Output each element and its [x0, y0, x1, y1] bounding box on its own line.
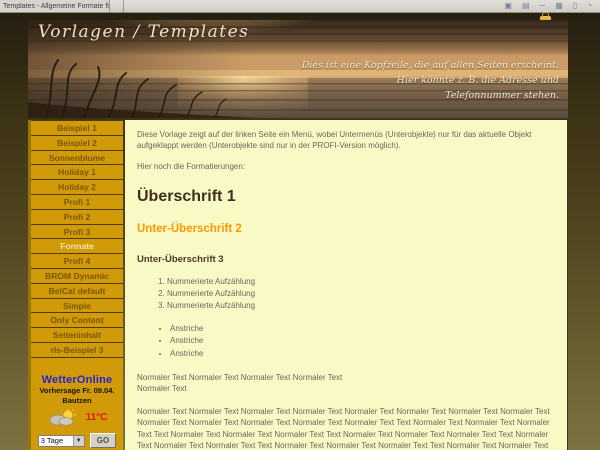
weather-widget: WetterOnline Vorhersage Fr. 09.04. Bautz…	[31, 374, 123, 449]
bullet-list: Anstriche Anstriche Anstriche	[137, 323, 555, 360]
browser-tab-stub[interactable]	[110, 0, 124, 12]
wetteronline-logo[interactable]: WetterOnline	[31, 374, 123, 386]
sidebar-item-profi-3[interactable]: Profi 3	[31, 225, 123, 240]
heading-3: Unter-Überschrift 3	[137, 254, 555, 265]
sidebar-item-profi-4[interactable]: Profi 4	[31, 254, 123, 269]
sidebar-item-seiteninhalt[interactable]: Seiteninhalt	[31, 328, 123, 343]
sidebar-item-belcal-default[interactable]: BelCal default	[31, 284, 123, 299]
heading-2: Unter-Überschrift 2	[137, 223, 555, 235]
document-icon[interactable]: ▯	[573, 2, 577, 10]
chevron-down-icon[interactable]: ▼	[73, 436, 84, 446]
forecast-city: Bautzen	[31, 396, 123, 406]
minimize-icon[interactable]: ─	[540, 2, 546, 10]
numbered-list-item: Nummerierte Aufzählung	[167, 288, 555, 300]
sidebar-item-holiday-1[interactable]: Holiday 1	[31, 165, 123, 180]
browser-toolbar-icons: ▣ ▤ ─ ▦ ▯ ◔	[504, 2, 600, 10]
header-tagline: Dies ist eine Kopfzeile, die auf allen S…	[302, 58, 559, 104]
sidebar-item-rls-beispiel-3[interactable]: rls-Beispiel 3	[31, 343, 123, 358]
sidebar-menu: Beispiel 1 Beispiel 2 Sonnenblume Holida…	[31, 120, 123, 358]
browser-tab[interactable]: Templates - Allgemeine Formate für Texte…	[0, 0, 110, 12]
formats-line: Hier noch die Formatierungen:	[137, 161, 555, 172]
sidebar-item-profi-1[interactable]: Profi 1	[31, 195, 123, 210]
forecast-range-value: 3 Tage	[41, 436, 63, 445]
sidebar-item-sonnenblume[interactable]: Sonnenblume	[31, 151, 123, 166]
panels-icon[interactable]: ▤	[522, 2, 530, 10]
browser-bar: Templates - Allgemeine Formate für Texte…	[0, 0, 600, 13]
numbered-list-item: Nummerierte Aufzählung	[167, 300, 555, 312]
heading-1: Überschrift 1	[137, 188, 555, 206]
sidebar-item-profi-2[interactable]: Profi 2	[31, 210, 123, 225]
sidebar: Beispiel 1 Beispiel 2 Sonnenblume Holida…	[28, 120, 123, 450]
numbered-list-item: Nummerierte Aufzählung	[167, 276, 555, 288]
page-background: Vorlagen / Templates Dies ist eine Kopfz…	[0, 13, 600, 450]
sidebar-item-beispiel-1[interactable]: Beispiel 1	[31, 121, 123, 136]
help-icon[interactable]: ◔	[587, 2, 592, 10]
weather-go-button[interactable]: GO	[90, 433, 116, 448]
main-content: Diese Vorlage zeigt auf der linken Seite…	[125, 120, 568, 450]
temperature-value: 11°C	[86, 412, 108, 423]
numbered-list: Nummerierte Aufzählung Nummerierte Aufzä…	[137, 276, 555, 313]
forecast-range-select[interactable]: 3 Tage ▼	[38, 435, 85, 447]
go-button-label: GO	[97, 436, 109, 445]
normal-text-short: Normaler Text Normaler Text Normaler Tex…	[137, 372, 555, 394]
cloud-sun-icon	[47, 409, 77, 426]
site-title: Vorlagen / Templates	[38, 22, 249, 42]
sidebar-item-beispiel-2[interactable]: Beispiel 2	[31, 136, 123, 151]
sidebar-item-brom-dynamic[interactable]: BROM Dynamic	[31, 269, 123, 284]
intro-paragraph: Diese Vorlage zeigt auf der linken Seite…	[137, 129, 555, 151]
bullet-list-item: Anstriche	[170, 323, 555, 335]
sidebar-item-simple[interactable]: Simple	[31, 299, 123, 314]
bullet-list-item: Anstriche	[170, 348, 555, 360]
grid-icon[interactable]: ▦	[555, 2, 563, 10]
header-banner: Vorlagen / Templates Dies ist eine Kopfz…	[28, 20, 568, 118]
sidebar-item-formate[interactable]: Formate	[31, 239, 123, 254]
page-icon[interactable]: ▣	[504, 2, 512, 10]
bullet-list-item: Anstriche	[170, 335, 555, 347]
sidebar-item-only-content[interactable]: Only Content	[31, 313, 123, 328]
sidebar-item-holiday-2[interactable]: Holiday 2	[31, 180, 123, 195]
normal-text-long: Normaler Text Normaler Text Normaler Tex…	[137, 406, 555, 450]
browser-tab-title: Templates - Allgemeine Formate für Texte…	[3, 3, 110, 10]
forecast-date: Vorhersage Fr. 09.04.	[31, 386, 123, 396]
